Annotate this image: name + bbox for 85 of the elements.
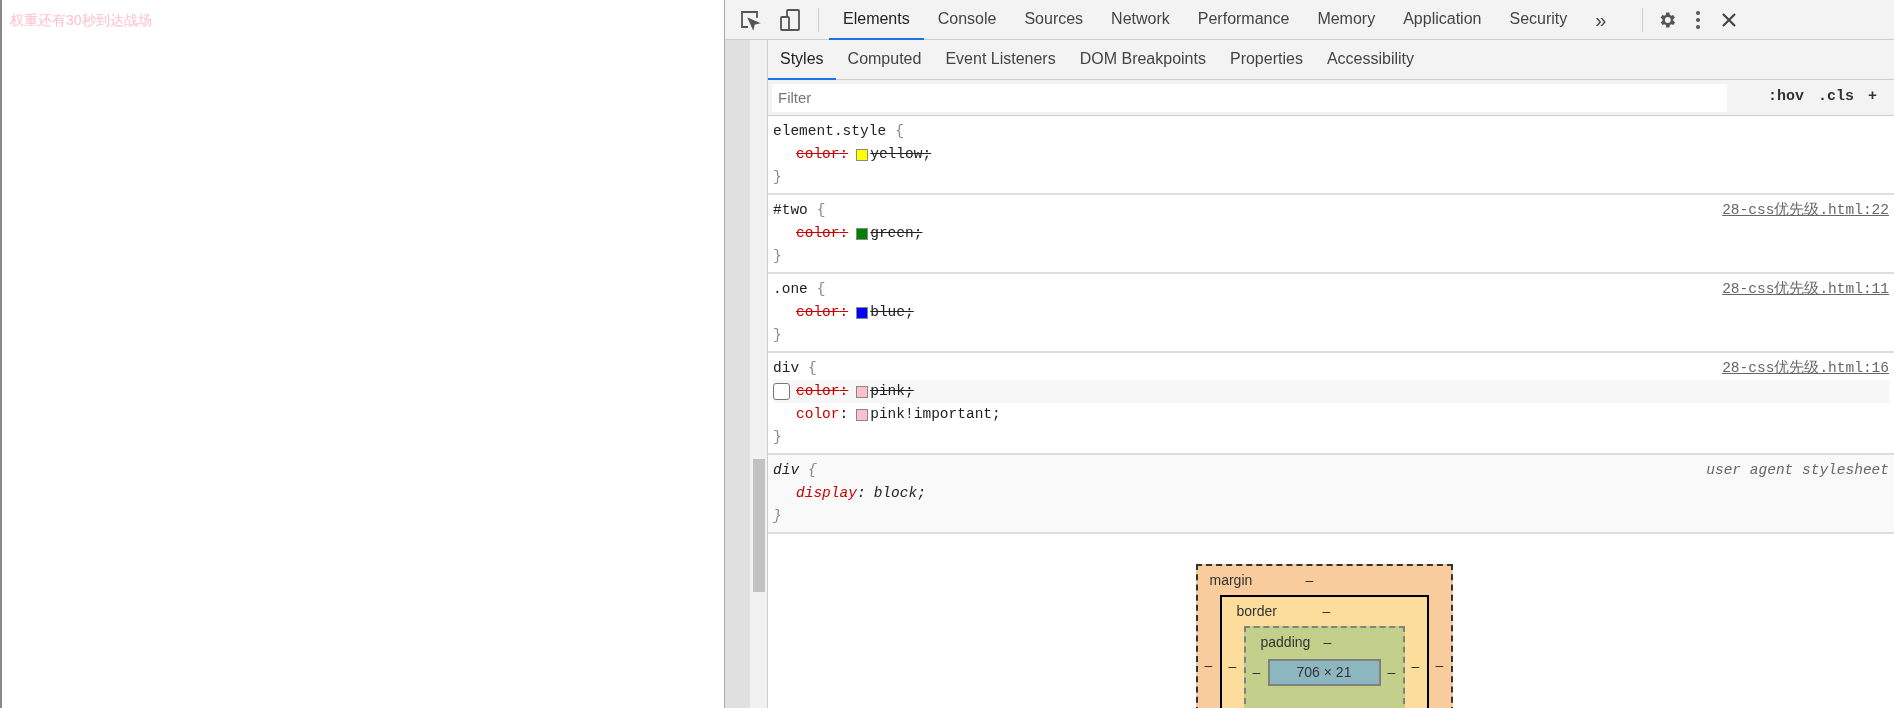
color-swatch[interactable]	[856, 306, 869, 319]
panel-tab[interactable]: Performance	[1183, 0, 1304, 40]
brace: {	[895, 122, 904, 141]
box-value: –	[1203, 656, 1214, 675]
filter-field[interactable]: Filter	[772, 83, 1727, 112]
box-value: –	[1251, 663, 1262, 682]
box-label: border	[1236, 602, 1278, 621]
sidebar-tab[interactable]: Properties	[1217, 40, 1315, 80]
box-value: –	[1305, 571, 1314, 590]
panel-tab[interactable]: Memory	[1303, 0, 1390, 40]
box-value: –	[1322, 602, 1331, 621]
brace: {	[816, 201, 826, 220]
property-row[interactable]: color: yellow;	[773, 143, 1889, 166]
box-value: –	[1227, 657, 1238, 676]
property-name[interactable]: color	[796, 403, 840, 426]
property-separator: :	[856, 484, 867, 503]
color-swatch[interactable]	[856, 385, 869, 398]
box-value: –	[1410, 657, 1421, 676]
rule-selector: div	[773, 461, 800, 480]
rule-selector: element.style	[773, 122, 887, 141]
rule-source-link[interactable]: 28-css优先级.html:11	[1722, 278, 1889, 301]
property-separator: :	[839, 224, 850, 243]
sidebar-tab[interactable]: Computed	[835, 40, 934, 80]
panel-tab[interactable]: Security	[1495, 0, 1582, 40]
brace: {	[816, 280, 826, 299]
rule-selector: .one	[773, 280, 808, 299]
panel-tab[interactable]: Application	[1389, 0, 1496, 40]
brace: }	[773, 169, 782, 185]
property-separator: :	[839, 382, 850, 401]
property-value[interactable]: yellow;	[870, 143, 932, 166]
brace: }	[773, 248, 782, 264]
property-separator: :	[839, 303, 850, 322]
property-row[interactable]: color: green;	[773, 222, 1889, 245]
property-name[interactable]: display	[796, 482, 857, 505]
brace: {	[808, 461, 817, 480]
property-checkbox[interactable]	[773, 383, 790, 400]
sidebar-tab[interactable]: DOM Breakpoints	[1067, 40, 1218, 80]
panel-tab[interactable]: Console	[923, 0, 1011, 40]
property-value[interactable]: pink!important;	[870, 403, 1001, 426]
property-row[interactable]: color: blue;	[773, 301, 1889, 324]
sidebar-tab[interactable]: Event Listeners	[933, 40, 1068, 80]
content-box: 706 × 21	[1267, 659, 1381, 686]
sidebar-tab[interactable]: Accessibility	[1314, 40, 1426, 80]
close-icon[interactable]	[1721, 11, 1738, 28]
scrollbar-thumb[interactable]	[753, 459, 765, 592]
rule-source: user agent stylesheet	[1706, 461, 1889, 480]
brace: {	[808, 359, 817, 378]
panel-tab[interactable]: Sources	[1010, 0, 1098, 40]
color-swatch[interactable]	[856, 148, 869, 161]
rule-selector: #two	[773, 201, 808, 220]
property-name[interactable]: color	[796, 143, 840, 166]
brace: }	[773, 327, 782, 343]
color-swatch[interactable]	[856, 408, 869, 421]
more-tabs-button[interactable]: »	[1581, 4, 1621, 35]
property-row[interactable]: display: block;	[773, 482, 1889, 505]
more-options-icon[interactable]	[1695, 9, 1702, 30]
toolbar-toggle-button[interactable]: :hov	[1760, 86, 1811, 109]
property-separator: :	[839, 145, 850, 164]
property-name[interactable]: color	[796, 380, 840, 403]
toolbar-toggle-button[interactable]: .cls	[1810, 86, 1861, 109]
rule-selector: div	[773, 359, 800, 378]
property-separator: :	[839, 405, 850, 424]
property-row[interactable]: color: pink!important;	[773, 403, 1889, 426]
box-value: –	[1323, 633, 1332, 652]
brace: }	[773, 508, 782, 524]
property-value[interactable]: blue;	[870, 301, 914, 324]
box-value: –	[1434, 656, 1445, 675]
box-label: margin	[1209, 571, 1254, 590]
property-row[interactable]: color: pink;	[773, 380, 1889, 403]
property-value[interactable]: pink;	[870, 380, 914, 403]
rule-source-link[interactable]: 28-css优先级.html:22	[1722, 199, 1889, 222]
device-icon[interactable]	[779, 7, 801, 32]
box-label: padding	[1260, 633, 1312, 652]
toolbar-toggle-button[interactable]: +	[1861, 86, 1884, 109]
brace: }	[773, 429, 782, 445]
property-name[interactable]: color	[796, 222, 840, 245]
inspect-icon[interactable]	[739, 8, 761, 31]
box-value: –	[1386, 663, 1397, 682]
page-text: 权重还有30秒到达战场	[10, 12, 152, 28]
property-name[interactable]: color	[796, 301, 840, 324]
rule-source-link[interactable]: 28-css优先级.html:16	[1722, 357, 1889, 380]
panel-tab[interactable]: Network	[1097, 0, 1184, 40]
property-value[interactable]: block;	[873, 482, 926, 505]
property-value[interactable]: green;	[870, 222, 923, 245]
color-swatch[interactable]	[856, 227, 869, 240]
